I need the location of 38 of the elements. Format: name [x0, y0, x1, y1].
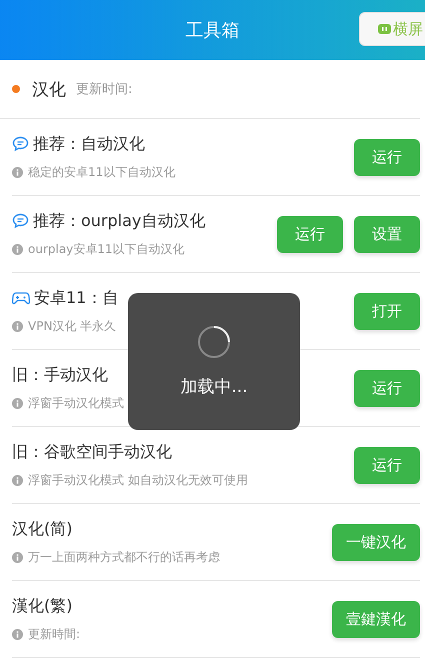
- chat-icon: [12, 213, 29, 229]
- spinner-icon: [197, 325, 231, 359]
- info-icon: [12, 244, 23, 254]
- item-title: 安卓11：自: [34, 288, 118, 308]
- info-icon: [12, 474, 23, 486]
- action-button[interactable]: 运行: [277, 216, 343, 252]
- action-button[interactable]: 运行: [354, 138, 420, 176]
- action-button[interactable]: 运行: [354, 446, 420, 484]
- chat-icon: [12, 136, 29, 152]
- item-title: 漢化(繁): [12, 596, 72, 616]
- item-title: 推荐：自动汉化: [33, 134, 145, 154]
- info-icon: [12, 166, 23, 178]
- action-button[interactable]: 设置: [354, 216, 420, 252]
- loading-text: 加载中...: [180, 376, 248, 398]
- action-button[interactable]: 一键汉化: [332, 524, 420, 560]
- item-title: 旧：手动汉化: [12, 364, 108, 386]
- info-icon: [12, 398, 23, 408]
- item-description: 浮窗手动汉化模式: [28, 394, 124, 412]
- item-title: 推荐：ourplay自动汉化: [33, 210, 206, 232]
- item-description: ourplay安卓11以下自动汉化: [28, 240, 185, 258]
- item-description: 万一上面两种方式都不行的话再考虑: [28, 548, 220, 566]
- item-description: 更新時間:: [28, 626, 80, 642]
- gamepad-icon: [12, 291, 30, 305]
- item-description: VPN汉化 半永久: [28, 318, 116, 334]
- item-title: 汉化(简): [12, 518, 72, 540]
- info-icon: [12, 320, 23, 332]
- action-button[interactable]: 打开: [354, 292, 420, 330]
- item-description: 稳定的安卓11以下自动汉化: [28, 164, 176, 180]
- action-button[interactable]: 运行: [354, 370, 420, 406]
- page-title: 工具箱: [186, 19, 240, 42]
- section-title: 汉化: [32, 78, 66, 100]
- landscape-button[interactable]: 横屏: [359, 12, 425, 46]
- info-icon: [12, 552, 23, 562]
- action-button[interactable]: 壹鍵漢化: [332, 600, 420, 638]
- item-title: 旧：谷歌空间手动汉化: [12, 442, 172, 462]
- item-description: 浮窗手动汉化模式 如自动汉化无效可使用: [28, 472, 248, 488]
- info-icon: [12, 628, 23, 640]
- update-time-label: 更新时间:: [76, 81, 132, 98]
